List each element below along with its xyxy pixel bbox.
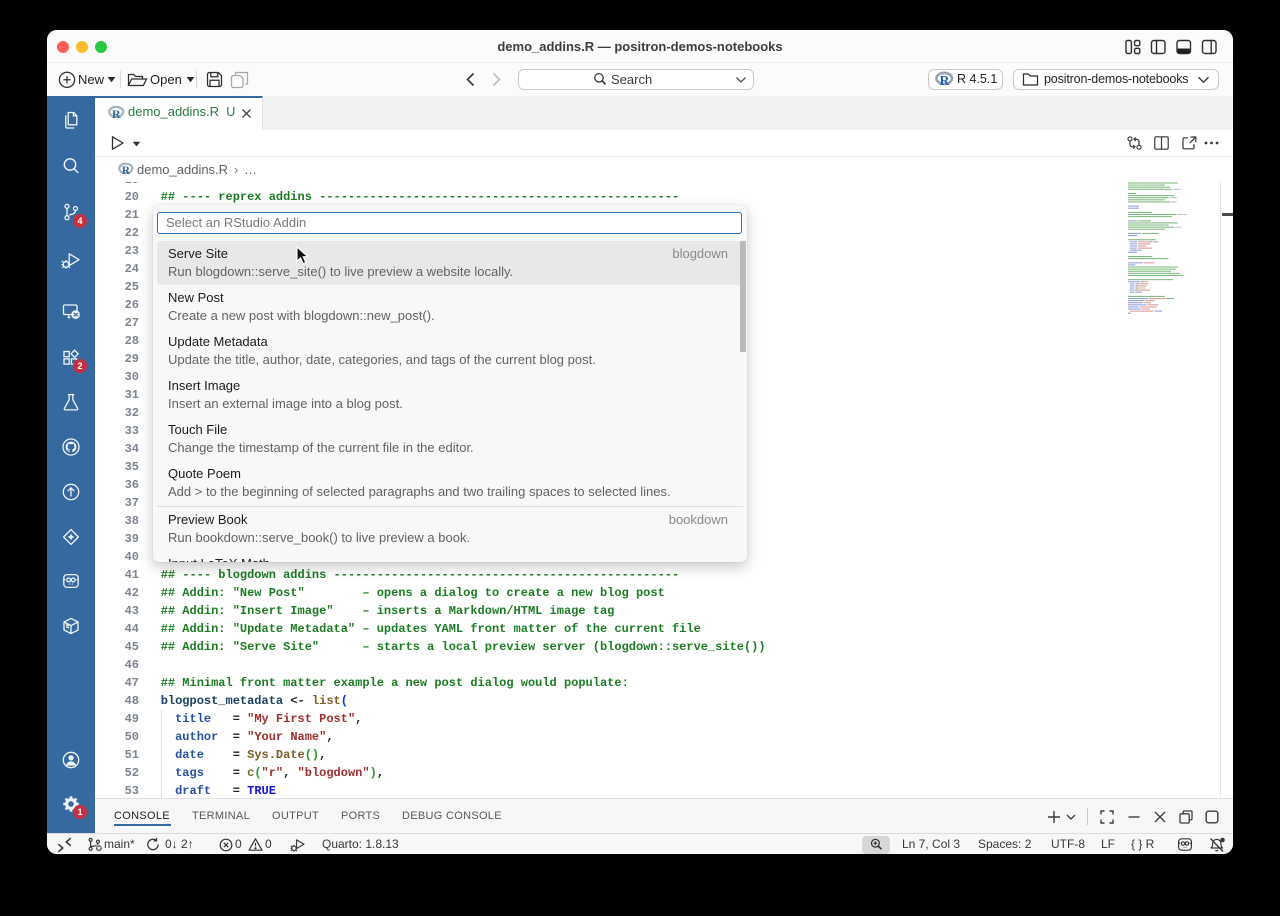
- svg-text:R: R: [112, 107, 121, 121]
- svg-text:R: R: [122, 165, 131, 177]
- svg-text:R: R: [940, 73, 950, 88]
